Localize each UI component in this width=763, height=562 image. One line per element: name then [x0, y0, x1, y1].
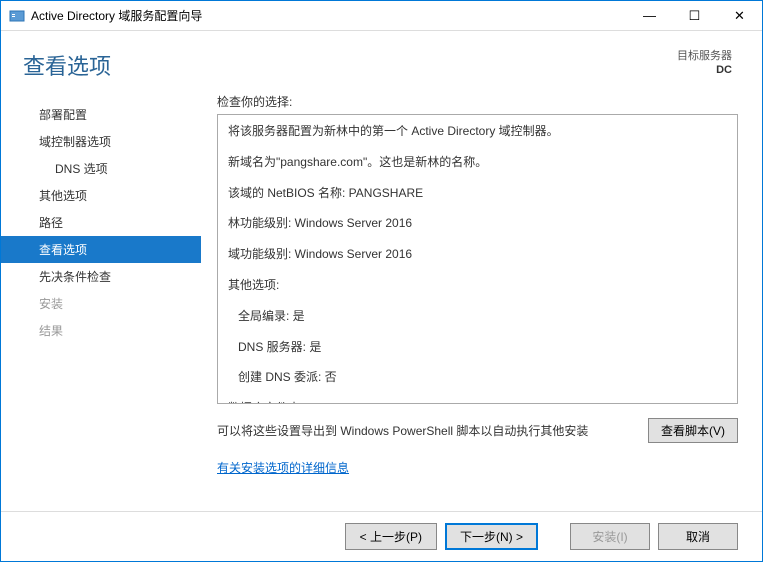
sidebar-item-6[interactable]: 先决条件检查	[1, 263, 201, 290]
review-line-7: DNS 服务器: 是	[228, 339, 727, 356]
review-textbox[interactable]: 将该服务器配置为新林中的第一个 Active Directory 域控制器。新域…	[217, 114, 738, 404]
sidebar-item-1[interactable]: 域控制器选项	[1, 128, 201, 155]
review-line-4: 域功能级别: Windows Server 2016	[228, 246, 727, 263]
review-line-5: 其他选项:	[228, 277, 727, 294]
review-line-6: 全局编录: 是	[228, 308, 727, 325]
close-button[interactable]: ✕	[717, 1, 762, 30]
target-server-label: 目标服务器	[677, 49, 732, 63]
cancel-button[interactable]: 取消	[658, 523, 738, 550]
review-line-0: 将该服务器配置为新林中的第一个 Active Directory 域控制器。	[228, 123, 727, 140]
main-area: 部署配置域控制器选项DNS 选项其他选项路径查看选项先决条件检查安装结果 检查你…	[1, 91, 762, 511]
wizard-footer: < 上一步(P) 下一步(N) > 安装(I) 取消	[1, 511, 762, 561]
next-button[interactable]: 下一步(N) >	[445, 523, 538, 550]
page-header: 查看选项 目标服务器 DC	[1, 31, 762, 91]
sidebar-item-3[interactable]: 其他选项	[1, 182, 201, 209]
sidebar-item-8: 结果	[1, 317, 201, 344]
review-line-3: 林功能级别: Windows Server 2016	[228, 215, 727, 232]
maximize-button[interactable]: ☐	[672, 1, 717, 30]
sidebar-item-2[interactable]: DNS 选项	[1, 155, 201, 182]
page-title: 查看选项	[23, 49, 677, 81]
minimize-button[interactable]: —	[627, 1, 672, 30]
app-icon	[9, 8, 25, 24]
review-line-2: 该域的 NetBIOS 名称: PANGSHARE	[228, 185, 727, 202]
sidebar: 部署配置域控制器选项DNS 选项其他选项路径查看选项先决条件检查安装结果	[1, 91, 201, 511]
window-title: Active Directory 域服务配置向导	[31, 7, 627, 24]
content-panel: 检查你的选择: 将该服务器配置为新林中的第一个 Active Directory…	[201, 91, 762, 511]
review-line-8: 创建 DNS 委派: 否	[228, 369, 727, 386]
sidebar-item-5[interactable]: 查看选项	[1, 236, 201, 263]
target-server-name: DC	[677, 63, 732, 77]
review-label: 检查你的选择:	[217, 93, 738, 110]
titlebar: Active Directory 域服务配置向导 — ☐ ✕	[1, 1, 762, 31]
export-description: 可以将这些设置导出到 Windows PowerShell 脚本以自动执行其他安…	[217, 422, 648, 439]
previous-button[interactable]: < 上一步(P)	[345, 523, 437, 550]
export-row: 可以将这些设置导出到 Windows PowerShell 脚本以自动执行其他安…	[217, 418, 738, 443]
more-info-link[interactable]: 有关安装选项的详细信息	[217, 459, 738, 476]
sidebar-item-4[interactable]: 路径	[1, 209, 201, 236]
install-button: 安装(I)	[570, 523, 650, 550]
review-line-9: 数据库文件夹: C:\Windows\NTDS	[228, 400, 727, 404]
target-server: 目标服务器 DC	[677, 49, 732, 78]
window-controls: — ☐ ✕	[627, 1, 762, 30]
view-script-button[interactable]: 查看脚本(V)	[648, 418, 738, 443]
review-line-1: 新域名为"pangshare.com"。这也是新林的名称。	[228, 154, 727, 171]
sidebar-item-7: 安装	[1, 290, 201, 317]
sidebar-item-0[interactable]: 部署配置	[1, 101, 201, 128]
